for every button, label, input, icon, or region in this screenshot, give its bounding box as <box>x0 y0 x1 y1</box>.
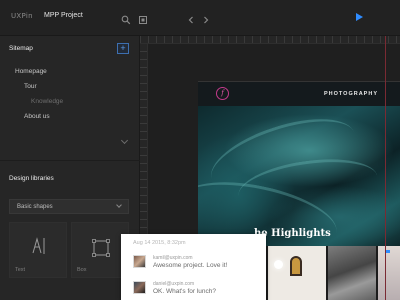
library-select-value: Basic shapes <box>17 204 53 210</box>
avatar <box>133 281 146 294</box>
sitemap-item-about-us[interactable]: About us <box>24 113 50 120</box>
photo-stairs[interactable] <box>328 246 376 300</box>
sitemap-item-knowledge[interactable]: Knowledge <box>31 98 63 105</box>
comment-author: daniel@uxpin.com <box>153 281 195 287</box>
comment-date: Aug 14 2015, 8:32pm <box>133 240 186 246</box>
design-libraries-heading[interactable]: Design libraries <box>9 175 54 182</box>
lamp <box>274 260 283 269</box>
brand-logo[interactable]: f <box>216 87 229 100</box>
layers-icon[interactable] <box>138 12 148 24</box>
search-icon[interactable] <box>121 12 131 25</box>
photo-interior[interactable] <box>268 246 326 300</box>
project-title[interactable]: MPP Project <box>44 12 83 19</box>
comment-text: OK. What's for lunch? <box>153 288 217 295</box>
library-item-text[interactable]: Text <box>9 222 67 278</box>
left-sidebar: Sitemap + Homepage Tour Knowledge About … <box>0 36 140 300</box>
top-toolbar: UXPin MPP Project <box>0 0 400 36</box>
artboard-navbar: f PHOTOGRAPHY <box>198 82 400 106</box>
add-page-button[interactable]: + <box>117 43 129 54</box>
sitemap-item-tour[interactable]: Tour <box>24 83 37 90</box>
sidebar-divider <box>0 160 140 161</box>
chevron-right-icon[interactable] <box>201 12 211 24</box>
library-select[interactable]: Basic shapes <box>9 199 129 214</box>
photo-portrait[interactable] <box>378 246 400 300</box>
guide-line-vertical <box>385 36 386 300</box>
comment-text: Awesome project. Love it! <box>153 262 228 269</box>
chevron-left-icon[interactable] <box>186 12 196 24</box>
horizontal-ruler <box>140 36 400 44</box>
box-tool-icon <box>92 239 110 257</box>
artboard-nav-title[interactable]: PHOTOGRAPHY <box>324 91 378 97</box>
comment-author: kamil@uxpin.com <box>153 255 193 261</box>
arched-window <box>290 256 302 276</box>
library-item-label: Box <box>77 267 87 273</box>
play-icon[interactable] <box>356 13 363 21</box>
comments-popover: Aug 14 2015, 8:32pm kamil@uxpin.com Awes… <box>121 234 266 300</box>
sitemap-heading: Sitemap <box>9 45 33 52</box>
selection-handle[interactable] <box>386 250 390 253</box>
app-logo[interactable]: UXPin <box>11 12 33 20</box>
text-tool-icon <box>32 237 45 254</box>
avatar <box>133 255 146 268</box>
select-caret-icon <box>116 202 122 208</box>
sitemap-item-homepage[interactable]: Homepage <box>15 68 47 75</box>
chevron-down-icon[interactable] <box>120 136 129 145</box>
library-item-label: Text <box>15 267 26 273</box>
